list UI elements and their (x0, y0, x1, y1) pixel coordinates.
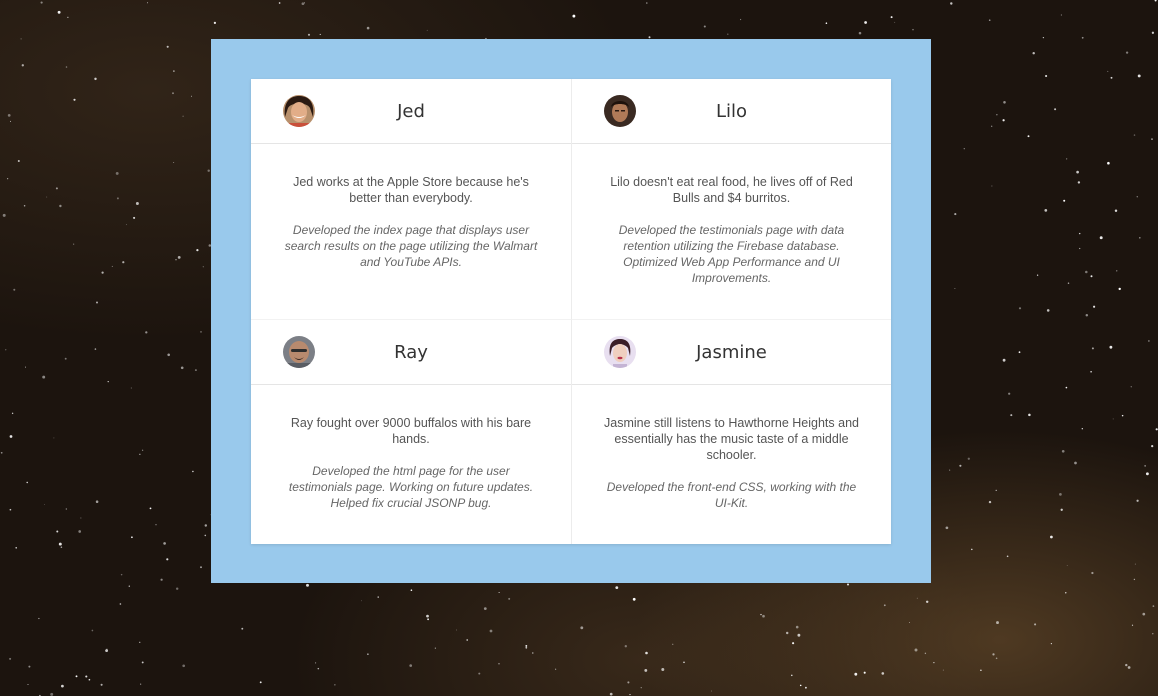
member-role: Developed the html page for the user tes… (288, 464, 534, 510)
testimonial-card-jasmine: Jasmine Jasmine still listens to Hawthor… (571, 319, 891, 544)
card-header: Jasmine (572, 320, 891, 385)
member-bio: Lilo doesn't eat real food, he lives off… (610, 175, 853, 205)
testimonials-frame: Jed Jed works at the Apple Store because… (211, 39, 931, 583)
member-role: Developed the testimonials page with dat… (618, 223, 845, 285)
testimonial-card-lilo: Lilo Lilo doesn't eat real food, he live… (571, 79, 891, 319)
member-bio: Jed works at the Apple Store because he'… (293, 175, 529, 205)
testimonials-panel: Jed Jed works at the Apple Store because… (251, 79, 891, 544)
member-role: Developed the index page that displays u… (284, 223, 538, 269)
testimonial-card-jed: Jed Jed works at the Apple Store because… (251, 79, 571, 319)
card-header: Lilo (572, 79, 891, 144)
member-bio: Ray fought over 9000 buffalos with his b… (290, 416, 532, 446)
card-header: Ray (251, 320, 571, 385)
member-bio: Jasmine still listens to Hawthorne Heigh… (604, 416, 859, 462)
member-name: Jasmine (696, 342, 767, 363)
card-header: Jed (251, 79, 571, 144)
testimonial-card-ray: Ray Ray fought over 9000 buffalos with h… (251, 319, 571, 544)
member-role: Developed the front-end CSS, working wit… (606, 480, 857, 510)
member-name: Ray (394, 342, 428, 363)
member-name: Jed (397, 101, 425, 122)
member-name: Lilo (715, 101, 748, 122)
